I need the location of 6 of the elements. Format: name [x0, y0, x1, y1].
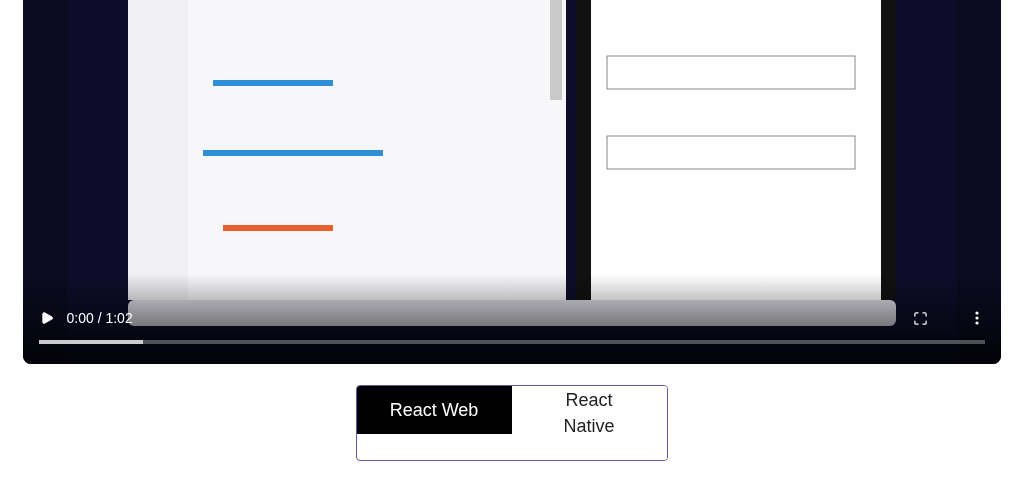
- tab[interactable]: React Web: [356, 386, 512, 434]
- video-time: 0:00 / 1:02: [66, 308, 133, 328]
- progress-bar[interactable]: [38, 340, 985, 344]
- fullscreen-icon: [913, 310, 928, 326]
- play-icon: [39, 311, 54, 325]
- more-icon: [974, 311, 979, 325]
